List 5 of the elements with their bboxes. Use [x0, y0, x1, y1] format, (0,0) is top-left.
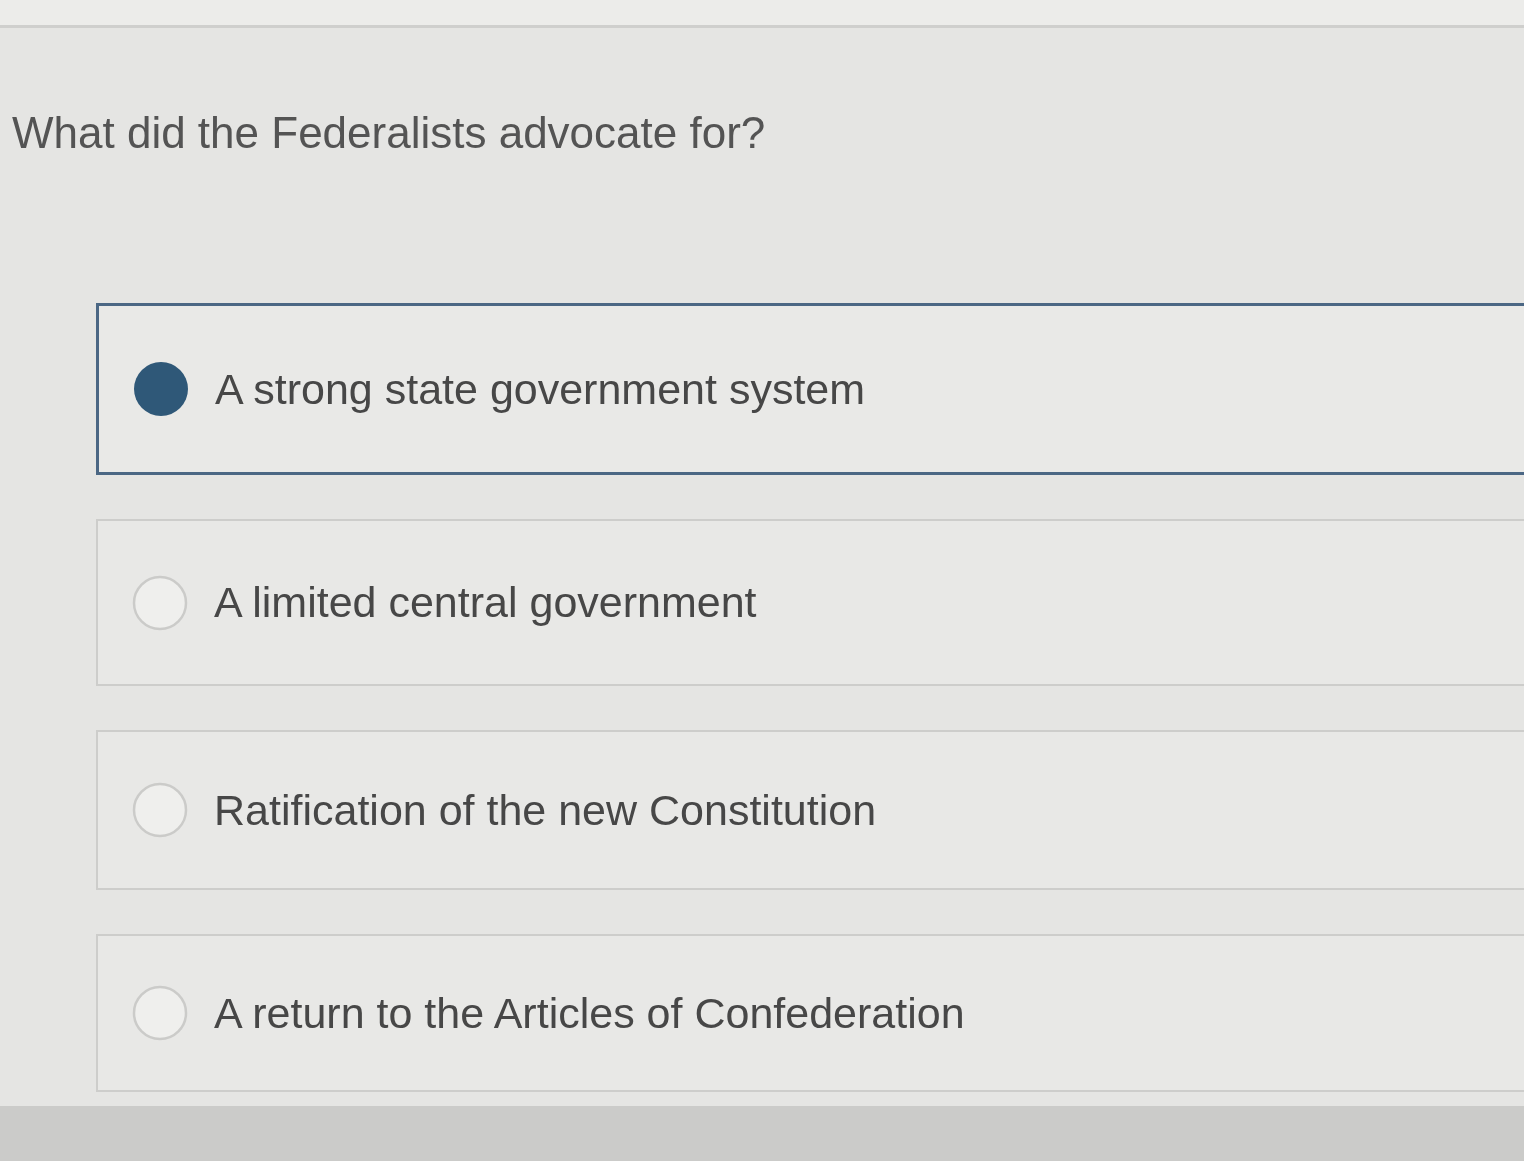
- answer-option[interactable]: A limited central government: [96, 519, 1524, 686]
- question-text: What did the Federalists advocate for?: [12, 108, 766, 158]
- answer-option[interactable]: Ratification of the new Constitution: [96, 730, 1524, 890]
- answer-option[interactable]: A return to the Articles of Confederation: [96, 934, 1524, 1092]
- answer-option[interactable]: A strong state government system: [96, 303, 1524, 475]
